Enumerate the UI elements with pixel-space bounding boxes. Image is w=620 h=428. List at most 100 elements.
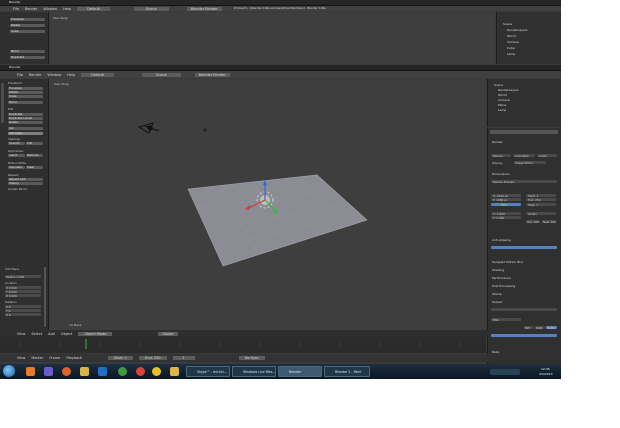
outliner-lamp[interactable]: Lamp — [498, 108, 506, 112]
top-scale-button[interactable]: Scale — [10, 30, 45, 33]
taskbar-skype[interactable]: Skype™ - michal... — [186, 366, 230, 377]
top-engine-select[interactable]: Blender Render — [186, 6, 222, 11]
motion-blur-panel[interactable]: Sampled Motion Blur — [492, 260, 523, 264]
flat-button[interactable]: Flat — [26, 142, 43, 145]
main-menu-render[interactable]: Render — [29, 73, 41, 77]
post-processing-panel[interactable]: Post Processing — [492, 284, 515, 288]
top-rotate-button[interactable]: Rotate — [10, 24, 45, 27]
top-menu-help[interactable]: Help — [63, 7, 71, 11]
top-outliner-camera[interactable]: Camera — [507, 40, 519, 44]
insert-keyframe-button[interactable]: Insert — [8, 154, 25, 157]
frame-end-field[interactable]: End: 250 — [526, 198, 556, 202]
top-outliner-cube[interactable]: Cube — [507, 46, 515, 50]
chrome-icon[interactable] — [118, 367, 127, 376]
top-menu-render[interactable]: Render — [25, 7, 37, 11]
color-rgb-button[interactable]: RGB — [535, 326, 545, 330]
output-panel[interactable]: Output — [492, 300, 502, 304]
duplicate-button[interactable]: Duplicate — [8, 113, 43, 116]
rotation-x-field[interactable]: X 0 — [5, 305, 41, 309]
main-3d-viewport[interactable]: User Persp (1) Plane — [49, 79, 486, 330]
anti-aliasing-panel[interactable]: Anti-Aliasing — [492, 238, 511, 242]
scale-button[interactable]: Scale — [8, 95, 43, 98]
top-menu-window[interactable]: Window — [43, 7, 57, 11]
animation-button[interactable]: Animation — [513, 154, 535, 158]
top-outliner-renderlayers[interactable]: RenderLayers — [507, 28, 528, 32]
location-z-field[interactable]: Z 0.000 — [5, 294, 41, 298]
output-format-select[interactable]: PNG — [491, 318, 521, 322]
chrome-beta-icon[interactable] — [152, 367, 161, 376]
translate-button[interactable]: Translate — [8, 87, 43, 90]
compression-slider[interactable] — [491, 334, 557, 337]
viewport-select-menu[interactable]: Select — [31, 332, 42, 336]
outliner-camera[interactable]: Camera — [498, 98, 510, 102]
clock-time[interactable]: 12:45 — [541, 367, 550, 371]
top-menu-file[interactable]: File — [13, 7, 19, 11]
resolution-x-field[interactable]: X: 1920 px — [491, 194, 521, 198]
grease-pencil-label[interactable]: Grease Pencil: — [8, 187, 28, 191]
top-outliner-scene[interactable]: Scene — [503, 22, 512, 26]
folder-icon[interactable] — [170, 367, 179, 376]
top-duplicate-button[interactable]: Duplicate — [10, 56, 45, 59]
rotate-button[interactable]: Rotate — [8, 91, 43, 94]
clear-button[interactable]: Clear — [26, 166, 43, 169]
timeline-view-menu[interactable]: View — [17, 356, 25, 360]
media-player-icon[interactable] — [26, 367, 35, 376]
transform-orientation-select[interactable]: Global — [158, 331, 178, 336]
audio-button[interactable]: Audio — [537, 154, 557, 158]
radius-field[interactable]: Radius 1.000 — [5, 275, 41, 279]
timeline-editor[interactable] — [0, 337, 486, 353]
duplicate-linked-button[interactable]: Duplicate Linked — [8, 117, 43, 120]
dimensions-panel-header[interactable]: Dimensions — [492, 172, 510, 176]
frame-step-field[interactable]: Step: 1 — [526, 203, 556, 207]
shading-panel[interactable]: Shading — [492, 268, 504, 272]
frame-start-field[interactable]: Start: 1 — [526, 194, 556, 198]
render-button[interactable]: Render — [491, 154, 511, 158]
repeat-last-button[interactable]: Repeat Last — [8, 178, 43, 181]
tool-shelf-tabs[interactable] — [1, 83, 4, 123]
time-remap-old-field[interactable]: Old: 100 — [526, 220, 540, 224]
join-button[interactable]: Join — [8, 127, 43, 130]
timeline-frame-menu[interactable]: Frame — [49, 356, 60, 360]
top-outliner-lamp[interactable]: Lamp — [507, 52, 515, 56]
outliner-plane[interactable]: Plane — [498, 103, 506, 107]
top-mirror-button[interactable]: Mirror — [10, 50, 45, 53]
location-y-field[interactable]: Y 0.000 — [5, 290, 41, 294]
top-layout-select[interactable]: Default — [77, 6, 110, 11]
viewport-add-menu[interactable]: Add — [48, 332, 55, 336]
outliner-world[interactable]: World — [498, 93, 507, 97]
calculate-button[interactable]: Calculate — [8, 166, 25, 169]
main-engine-select[interactable]: Blender Render — [194, 72, 230, 77]
time-remap-new-field[interactable]: New: 100 — [542, 220, 556, 224]
rotation-z-field[interactable]: Z 0 — [5, 313, 41, 317]
plane-object[interactable] — [187, 174, 368, 267]
remove-keyframe-button[interactable]: Remove — [26, 154, 43, 157]
history-button[interactable]: History — [8, 182, 43, 185]
rotation-y-field[interactable]: Y 0 — [5, 309, 41, 313]
top-outliner-world[interactable]: World — [507, 34, 516, 38]
resolution-percent-slider[interactable]: 50% — [491, 203, 521, 207]
performance-panel[interactable]: Performance — [492, 276, 511, 280]
sync-select[interactable]: No Sync — [238, 356, 266, 360]
properties-context-tabs[interactable] — [490, 130, 558, 134]
outliner-renderlayers[interactable]: RenderLayers — [498, 88, 519, 92]
main-menu-window[interactable]: Window — [47, 73, 61, 77]
color-bw-button[interactable]: BW — [524, 326, 534, 330]
chrome-alt-icon[interactable] — [136, 367, 145, 376]
mode-select[interactable]: Object Mode — [78, 331, 113, 336]
timeline-end-field[interactable]: End: 250 — [139, 356, 167, 360]
tray-icons[interactable] — [490, 369, 520, 375]
top-translate-button[interactable]: Translate — [10, 18, 45, 21]
display-select[interactable]: Image Editor — [514, 161, 546, 165]
lamp-object[interactable] — [203, 128, 207, 132]
firefox-icon[interactable] — [62, 367, 71, 376]
camera-object[interactable] — [137, 122, 160, 134]
set-origin-button[interactable]: Set Origin — [8, 132, 43, 135]
taskbar-paint[interactable]: Blender 2 - Paint — [324, 366, 370, 377]
mirror-button[interactable]: Mirror — [8, 101, 43, 104]
color-rgba-button[interactable]: RGBA — [546, 326, 557, 330]
output-path-field[interactable] — [491, 308, 557, 311]
viewport-object-menu[interactable]: Object — [61, 332, 72, 336]
stamp-panel[interactable]: Stamp — [492, 292, 502, 296]
main-menu-help[interactable]: Help — [67, 73, 75, 77]
aspect-y-field[interactable]: Y: 1.000 — [491, 216, 521, 220]
